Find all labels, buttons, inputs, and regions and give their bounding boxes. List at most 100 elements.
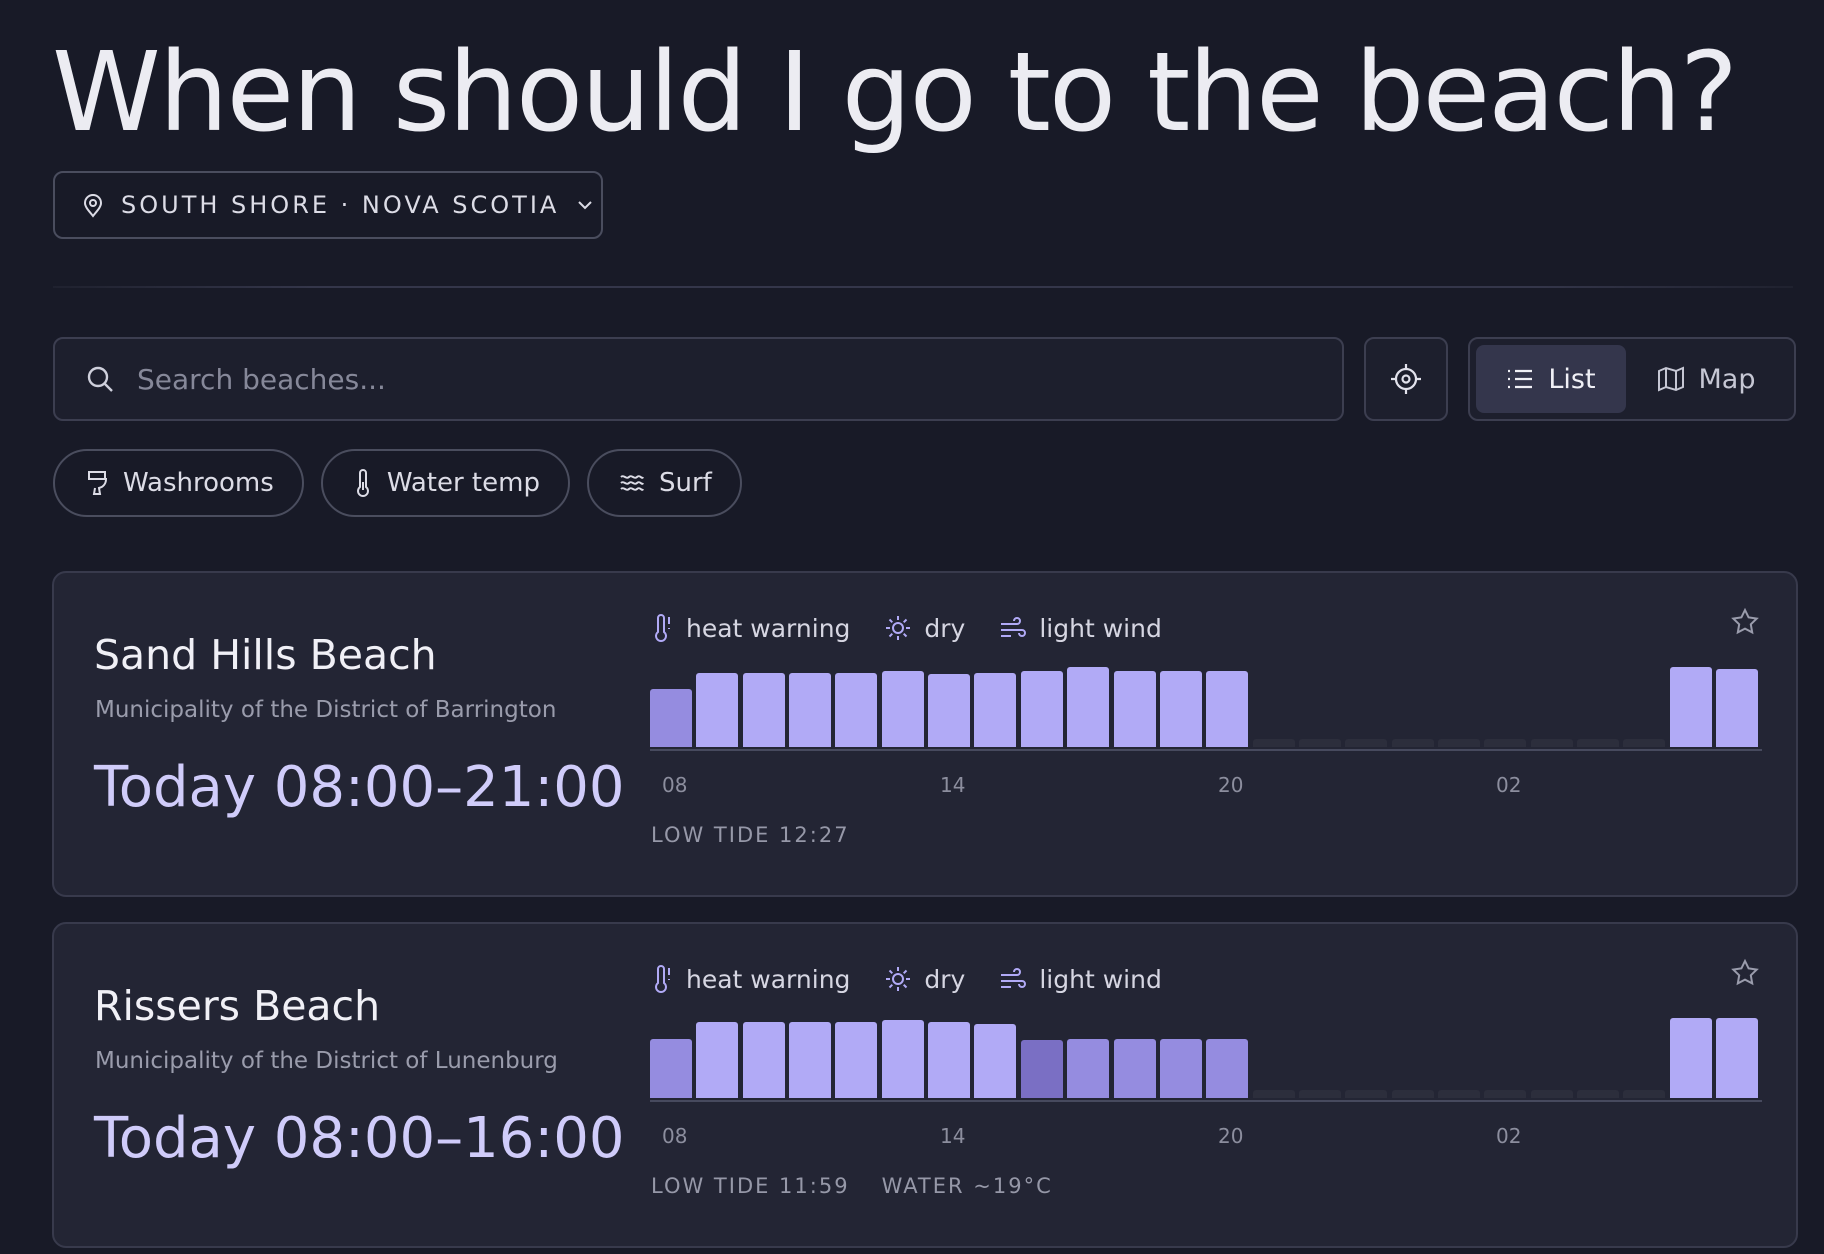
hour-bar (789, 1022, 832, 1098)
best-window: Today 08:00–21:00 (94, 755, 625, 820)
sun-icon (884, 965, 912, 993)
low-tide: LOW TIDE 12:27 (651, 823, 850, 847)
list-view-label: List (1548, 363, 1596, 395)
locate-me-button[interactable] (1364, 337, 1448, 421)
thermometer-alert-icon (652, 964, 674, 994)
favorite-button[interactable] (1730, 607, 1760, 637)
hour-tick: 08 (662, 1124, 688, 1148)
hour-ticks: 08 14 20 02 (650, 1124, 1762, 1154)
region-selector[interactable]: SOUTH SHORE · NOVA SCOTIA (53, 171, 603, 239)
hour-bar (1716, 1018, 1759, 1098)
wind-icon (999, 615, 1027, 641)
filter-washrooms[interactable]: Washrooms (53, 449, 304, 517)
hour-bar (1530, 1090, 1573, 1098)
condition-tags: heat warning dry light wind (652, 613, 1196, 643)
hour-bar (696, 672, 739, 747)
hour-bar (1159, 1038, 1202, 1098)
hour-bar (650, 1038, 692, 1098)
hour-bar (974, 672, 1017, 747)
beach-card[interactable]: Sand Hills Beach Municipality of the Dis… (52, 571, 1798, 897)
hour-bar (1298, 739, 1341, 747)
hour-bar (1113, 1038, 1156, 1098)
hour-bar (1345, 1090, 1388, 1098)
page-title: When should I go to the beach? (52, 28, 1738, 156)
hour-bar (1067, 667, 1110, 747)
hour-bar (1298, 1090, 1341, 1098)
beach-footer: LOW TIDE 12:27 (651, 823, 850, 847)
chart-baseline (650, 1100, 1762, 1102)
page: When should I go to the beach? SOUTH SHO… (0, 0, 1824, 1254)
divider (53, 286, 1793, 288)
hour-bar (1020, 1040, 1063, 1098)
hour-bar (789, 672, 832, 747)
hour-bar (1484, 739, 1527, 747)
star-icon (1730, 958, 1760, 988)
hour-bar (1716, 668, 1759, 747)
hour-bar (1206, 671, 1249, 747)
hour-bar (1159, 671, 1202, 747)
hour-tick: 02 (1496, 773, 1522, 797)
tag-label: heat warning (686, 964, 851, 994)
chart-baseline (650, 749, 1762, 751)
search-input[interactable] (137, 362, 1237, 396)
hour-bar (1206, 1038, 1249, 1098)
hour-bar (974, 1023, 1017, 1098)
hour-bar (1345, 739, 1388, 747)
low-tide: LOW TIDE 11:59 (651, 1174, 850, 1198)
star-icon (1730, 607, 1760, 637)
filter-water-temp[interactable]: Water temp (320, 449, 570, 517)
hour-bar (1530, 739, 1573, 747)
hour-bar (1669, 1018, 1712, 1098)
hour-bar (1391, 1090, 1434, 1098)
filter-washrooms-label: Washrooms (123, 468, 274, 498)
filter-chips: Washrooms Water temp Surf (53, 449, 742, 517)
map-view-button[interactable]: Map (1626, 345, 1786, 413)
tag-dry: dry (884, 614, 965, 643)
map-view-label: Map (1698, 363, 1756, 395)
best-window: Today 08:00–16:00 (94, 1106, 625, 1171)
hour-ticks: 08 14 20 02 (650, 773, 1762, 803)
map-icon (1657, 366, 1685, 392)
view-toggle: List Map (1468, 337, 1796, 421)
chevron-down-icon (575, 195, 595, 215)
filter-surf[interactable]: Surf (586, 449, 742, 517)
list-view-button[interactable]: List (1476, 345, 1626, 413)
hour-bar (650, 689, 692, 747)
list-icon (1506, 367, 1534, 391)
beach-card[interactable]: Rissers Beach Municipality of the Distri… (52, 922, 1798, 1248)
hour-tick: 08 (662, 773, 688, 797)
hour-bar (835, 672, 878, 747)
hour-bar (1484, 1090, 1527, 1098)
beach-municipality: Municipality of the District of Barringt… (95, 697, 557, 723)
hour-bar (1577, 1090, 1619, 1098)
beach-municipality: Municipality of the District of Lunenbur… (95, 1048, 558, 1074)
tag-light-wind: light wind (999, 613, 1162, 643)
thermometer-alert-icon (652, 613, 674, 643)
hour-bar (1669, 667, 1712, 747)
tag-label: heat warning (686, 613, 851, 643)
favorite-button[interactable] (1730, 958, 1760, 988)
hour-bar (1623, 1090, 1666, 1098)
hour-tick: 14 (940, 773, 966, 797)
hour-bar (881, 671, 924, 747)
sun-icon (884, 614, 912, 642)
hour-bar (928, 674, 971, 747)
hour-bar (1437, 1090, 1480, 1098)
map-pin-icon (81, 192, 105, 218)
tag-label: dry (924, 964, 966, 994)
hour-tick: 20 (1218, 1124, 1244, 1148)
hourly-chart (650, 663, 1762, 751)
region-label: SOUTH SHORE · NOVA SCOTIA (121, 191, 560, 219)
tag-heat-warning: heat warning (652, 964, 850, 994)
tag-dry: dry (884, 965, 965, 994)
crosshair-icon (1389, 362, 1423, 396)
hour-tick: 20 (1218, 773, 1244, 797)
hour-bar (1020, 671, 1063, 747)
filter-surf-label: Surf (658, 468, 712, 498)
water-temp: WATER ~19°C (881, 1174, 1053, 1198)
hour-tick: 02 (1496, 1124, 1522, 1148)
tag-heat-warning: heat warning (652, 613, 850, 643)
search-box (53, 337, 1344, 421)
wind-icon (999, 966, 1027, 992)
tag-label: light wind (1039, 613, 1162, 643)
